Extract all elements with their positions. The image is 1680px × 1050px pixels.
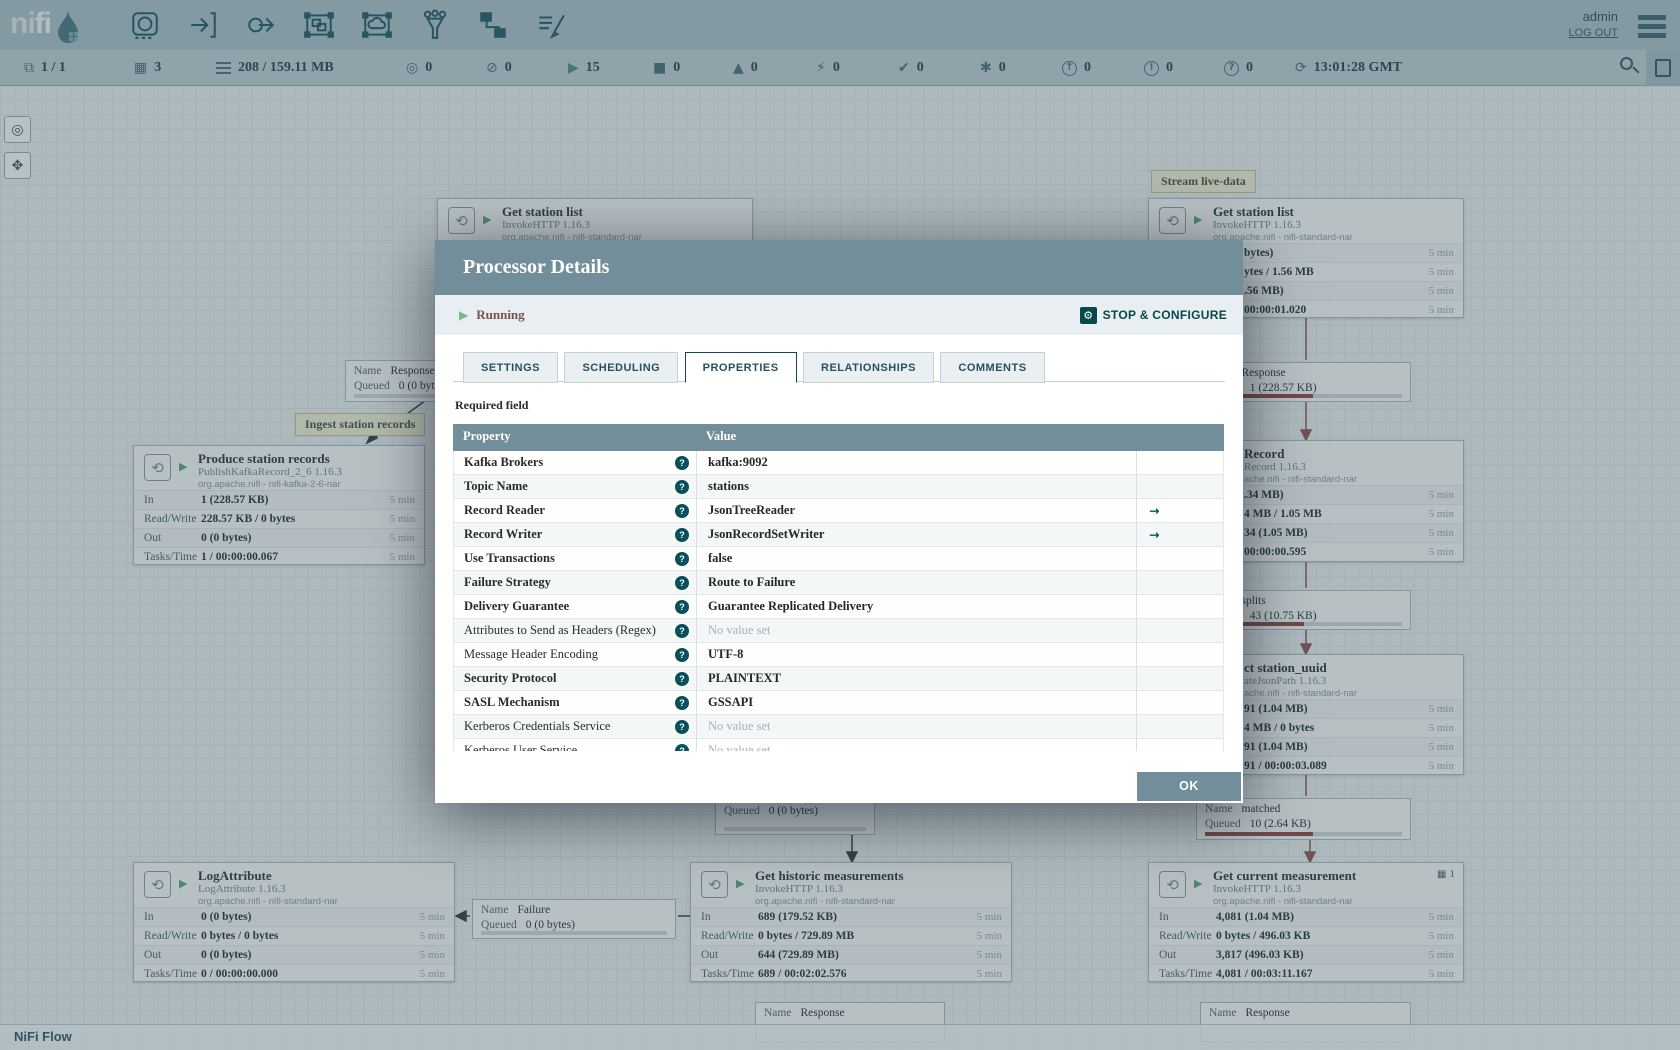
nifi-app: ni fi admin LOG OUT ⧉ 1 / 1 ▦ 3 208 / 15…	[0, 0, 1680, 1050]
dialog-tabs: SETTINGS SCHEDULING PROPERTIES RELATIONS…	[453, 351, 1225, 383]
goto-service-icon[interactable]: →	[1137, 499, 1222, 522]
property-row-topic-name: Topic Name? stations	[454, 475, 1223, 499]
property-row-failure-strategy: Failure Strategy? Route to Failure	[454, 571, 1223, 595]
tab-properties[interactable]: PROPERTIES	[684, 352, 797, 383]
ok-button[interactable]: OK	[1137, 772, 1241, 801]
help-icon[interactable]: ?	[675, 648, 689, 662]
property-row-sasl-mechanism: SASL Mechanism? GSSAPI	[454, 691, 1223, 715]
help-icon[interactable]: ?	[675, 456, 689, 470]
property-row-delivery-guarantee: Delivery Guarantee? Guarantee Replicated…	[454, 595, 1223, 619]
tab-comments[interactable]: COMMENTS	[940, 352, 1045, 383]
running-icon: ▶	[459, 308, 469, 322]
gear-icon: ⚙	[1079, 306, 1097, 324]
dialog-header: Processor Details	[435, 240, 1243, 295]
property-row-attributes-headers: Attributes to Send as Headers (Regex)? N…	[454, 619, 1223, 643]
tab-relationships[interactable]: RELATIONSHIPS	[803, 352, 934, 383]
property-row-kerberos-credentials-service: Kerberos Credentials Service? No value s…	[454, 715, 1223, 739]
property-row-use-transactions: Use Transactions? false	[454, 547, 1223, 571]
property-row-record-writer: Record Writer? JsonRecordSetWriter →	[454, 523, 1223, 547]
property-row-kerberos-user-service: Kerberos User Service? No value set	[454, 739, 1223, 751]
help-icon[interactable]: ?	[675, 624, 689, 638]
property-row-security-protocol: Security Protocol? PLAINTEXT	[454, 667, 1223, 691]
help-icon[interactable]: ?	[675, 744, 689, 751]
properties-table-header: Property Value	[453, 424, 1224, 451]
help-icon[interactable]: ?	[675, 576, 689, 590]
property-row-kafka-brokers: Kafka Brokers? kafka:9092	[454, 451, 1223, 475]
run-state: ▶ Running	[459, 295, 525, 335]
property-row-record-reader: Record Reader? JsonTreeReader →	[454, 499, 1223, 523]
tab-scheduling[interactable]: SCHEDULING	[564, 352, 679, 383]
help-icon[interactable]: ?	[675, 528, 689, 542]
help-icon[interactable]: ?	[675, 672, 689, 686]
help-icon[interactable]: ?	[675, 600, 689, 614]
required-field-note: Required field	[455, 398, 529, 412]
dialog-title: Processor Details	[463, 256, 610, 278]
goto-service-icon[interactable]: →	[1137, 523, 1222, 546]
help-icon[interactable]: ?	[675, 552, 689, 566]
processor-details-dialog: Processor Details ▶ Running ⚙ STOP & CON…	[435, 240, 1243, 803]
help-icon[interactable]: ?	[675, 696, 689, 710]
help-icon[interactable]: ?	[675, 720, 689, 734]
run-state-label: Running	[476, 307, 525, 322]
help-icon[interactable]: ?	[675, 480, 689, 494]
help-icon[interactable]: ?	[675, 504, 689, 518]
property-row-message-header-encoding: Message Header Encoding? UTF-8	[454, 643, 1223, 667]
dialog-status-row: ▶ Running ⚙ STOP & CONFIGURE	[435, 295, 1243, 335]
stop-and-configure-button[interactable]: ⚙ STOP & CONFIGURE	[1079, 295, 1227, 335]
properties-table: Property Value Kafka Brokers? kafka:9092…	[453, 424, 1224, 751]
tab-settings[interactable]: SETTINGS	[463, 352, 559, 383]
